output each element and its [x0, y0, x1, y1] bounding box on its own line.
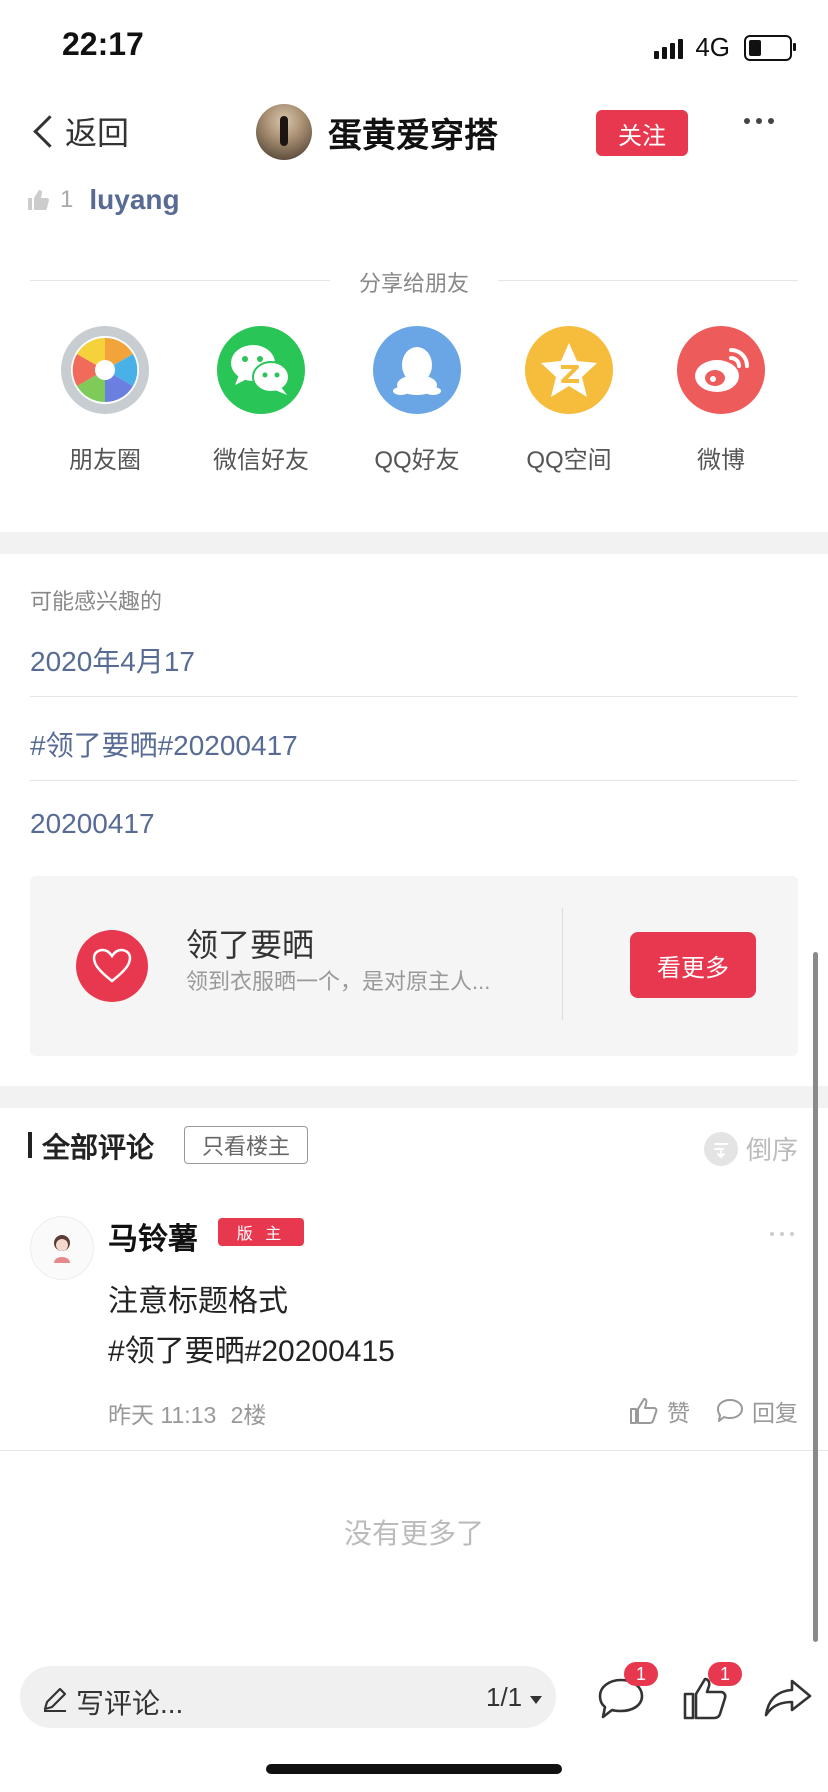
- more-icon[interactable]: [744, 118, 774, 124]
- home-indicator[interactable]: [266, 1764, 562, 1774]
- share-qq[interactable]: QQ好友: [342, 326, 492, 475]
- qzone-icon: [525, 326, 613, 414]
- section-separator: [0, 532, 828, 554]
- comment-input[interactable]: 写评论... 1/1: [20, 1666, 556, 1728]
- network-type: 4G: [695, 32, 730, 62]
- comment-floor: 2楼: [230, 1402, 267, 1428]
- status-icons: 4G: [654, 32, 796, 63]
- divider: [30, 696, 798, 697]
- battery-icon: [744, 34, 796, 61]
- like-count-badge: 1: [708, 1662, 742, 1686]
- comment-like-button[interactable]: 赞: [629, 1394, 690, 1428]
- no-more-text: 没有更多了: [343, 1518, 484, 1549]
- qq-icon: [373, 326, 461, 414]
- follow-button[interactable]: 关注: [596, 110, 688, 156]
- share-label-weibo: 微博: [697, 447, 745, 474]
- comments-title: 全部评论: [42, 1132, 155, 1163]
- divider: [30, 780, 798, 781]
- comment-time: 昨天 11:13: [108, 1402, 217, 1428]
- page-indicator: 1/1: [486, 1682, 523, 1712]
- comment-placeholder: 写评论...: [76, 1688, 184, 1719]
- pencil-icon: [43, 1687, 67, 1712]
- section-marker: [28, 1132, 32, 1158]
- thumbs-up-icon: [28, 190, 49, 210]
- heart-icon: [76, 930, 148, 1002]
- share-label-moments: 朋友圈: [69, 447, 141, 474]
- share-button[interactable]: [764, 1672, 816, 1724]
- like-user-link[interactable]: luyang: [89, 184, 179, 216]
- share-icon: [764, 1679, 812, 1717]
- share-label-qzone: QQ空间: [526, 447, 612, 474]
- thumbs-up-icon: [630, 1398, 658, 1424]
- scrollbar[interactable]: [813, 952, 818, 1642]
- share-qzone[interactable]: QQ空间: [494, 326, 644, 475]
- caret-down-icon: [530, 1695, 543, 1704]
- comment-more-icon[interactable]: [770, 1232, 794, 1236]
- interest-link[interactable]: 20200417: [30, 808, 798, 840]
- sort-toggle[interactable]: 倒序: [703, 1130, 798, 1167]
- back-button[interactable]: 返回: [28, 108, 129, 154]
- share-weibo[interactable]: 微博: [646, 326, 796, 475]
- avatar[interactable]: [30, 1216, 94, 1280]
- signal-icon: [654, 37, 684, 59]
- page-title[interactable]: 蛋黄爱穿搭: [328, 108, 498, 157]
- share-label: 分享给朋友: [358, 271, 469, 296]
- page-selector[interactable]: 1/1: [486, 1682, 543, 1713]
- sort-icon: [703, 1131, 738, 1166]
- comment-reply-button[interactable]: 回复: [716, 1394, 798, 1428]
- moments-icon: [61, 326, 149, 414]
- owner-only-button[interactable]: 只看楼主: [184, 1126, 308, 1164]
- back-label: 返回: [65, 115, 130, 151]
- comment-count-badge: 1: [624, 1662, 658, 1686]
- interest-label: 可能感兴趣的: [30, 589, 163, 614]
- share-wechat[interactable]: 微信好友: [186, 326, 336, 475]
- like-label: 赞: [667, 1400, 690, 1426]
- speech-bubble-icon: [717, 1399, 743, 1422]
- divider: [562, 908, 563, 1020]
- topic-description: 领到衣服晒一个，是对原主人...: [186, 969, 491, 994]
- divider: [0, 1450, 828, 1451]
- chevron-left-icon: [33, 114, 66, 148]
- see-more-button[interactable]: 看更多: [630, 932, 756, 998]
- reply-label: 回复: [752, 1400, 798, 1426]
- author-avatar[interactable]: [256, 104, 312, 160]
- topic-title: 领了要晒: [186, 927, 315, 963]
- comment-text: 注意标题格式: [108, 1285, 288, 1318]
- wechat-icon: [217, 326, 305, 414]
- comment-meta: 昨天 11:13 2楼: [108, 1396, 266, 1430]
- status-time: 22:17: [62, 26, 144, 62]
- comments-button[interactable]: 1: [598, 1662, 658, 1724]
- interest-link[interactable]: #领了要晒#20200417: [30, 724, 798, 764]
- moderator-badge: 版 主: [218, 1218, 304, 1246]
- comment-actions: 赞 回复: [629, 1394, 798, 1428]
- like-button[interactable]: 1: [682, 1662, 742, 1724]
- comment-text: #领了要晒#20200415: [108, 1335, 395, 1368]
- likes-row: 1 luyang: [26, 184, 180, 216]
- share-moments[interactable]: 朋友圈: [30, 326, 180, 475]
- weibo-icon: [677, 326, 765, 414]
- like-count: 1: [60, 186, 74, 213]
- topic-card[interactable]: 领了要晒 领到衣服晒一个，是对原主人... 看更多: [30, 876, 798, 1056]
- share-label-qq: QQ好友: [374, 447, 460, 474]
- section-separator: [0, 1086, 828, 1108]
- interest-link[interactable]: 2020年4月17: [30, 640, 798, 680]
- comment-author[interactable]: 马铃薯: [108, 1214, 198, 1258]
- share-label-wechat: 微信好友: [213, 447, 309, 474]
- sort-label: 倒序: [745, 1135, 798, 1165]
